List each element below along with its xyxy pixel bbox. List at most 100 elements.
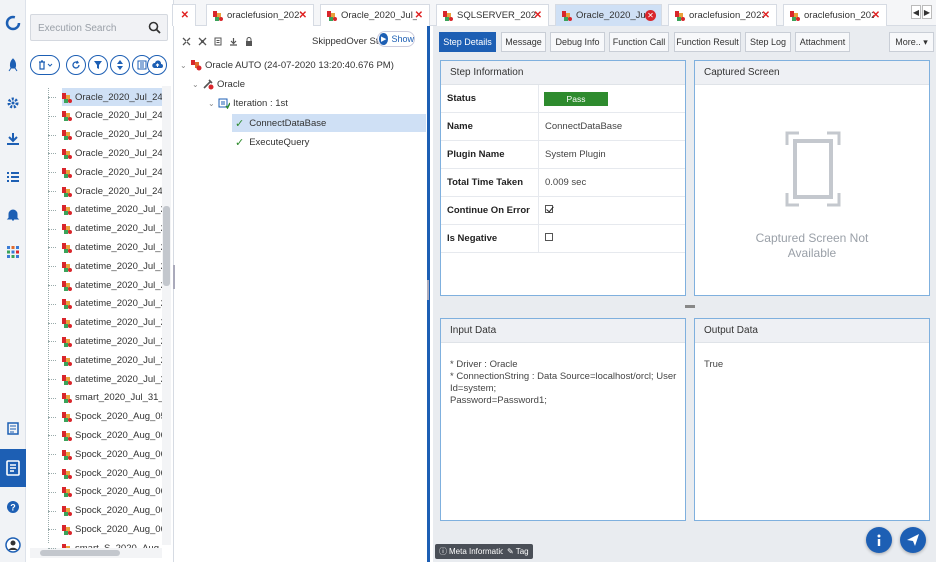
- document-step-icon[interactable]: [214, 37, 222, 46]
- close-icon[interactable]: ✕: [181, 10, 189, 21]
- lock-icon[interactable]: [245, 36, 253, 46]
- tree-horizontal-scrollbar[interactable]: [30, 548, 162, 558]
- chevron-down-icon[interactable]: ⌄: [192, 80, 202, 89]
- continue-checkbox[interactable]: [545, 205, 553, 213]
- tab-execution-report[interactable]: Oracle_2020_Jul_24_1...✕: [320, 4, 430, 26]
- rocket-icon[interactable]: [4, 56, 22, 74]
- list-item[interactable]: smart_2020_Jul_31_05...: [62, 389, 162, 407]
- list-item[interactable]: Oracle_2020_Jul_24_1...: [62, 107, 162, 125]
- status-row: Status Pass: [441, 85, 685, 113]
- list-item[interactable]: datetime_2020_Jul_27...: [62, 201, 162, 219]
- export-icon[interactable]: [229, 37, 238, 46]
- list-item[interactable]: datetime_2020_Jul_27...: [62, 351, 162, 369]
- list-item[interactable]: Spock_2020_Aug_06_...: [62, 520, 162, 538]
- detail-tab[interactable]: Message: [501, 32, 546, 52]
- tree-connector: [48, 172, 56, 174]
- download-icon[interactable]: [4, 130, 22, 148]
- filter-button[interactable]: [88, 55, 108, 75]
- report-file-icon: [62, 374, 72, 385]
- panel-splitter[interactable]: [427, 280, 429, 300]
- tree-connector: [48, 228, 56, 230]
- list-item[interactable]: datetime_2020_Jul_27...: [62, 314, 162, 332]
- help-icon[interactable]: ?: [4, 498, 22, 516]
- tabs-scroll-right-button[interactable]: ▶: [922, 5, 932, 19]
- list-item[interactable]: Spock_2020_Aug_05_...: [62, 408, 162, 426]
- iteration-icon: [218, 97, 230, 109]
- detail-tab[interactable]: Attachment: [795, 32, 850, 52]
- list-item[interactable]: datetime_2020_Jul_27...: [62, 370, 162, 388]
- show-skipped-button[interactable]: ▶ Show: [377, 31, 415, 47]
- report-icon[interactable]: [4, 420, 22, 438]
- info-fab-button[interactable]: [866, 527, 892, 553]
- list-item[interactable]: datetime_2020_Jul_27...: [62, 276, 162, 294]
- close-icon[interactable]: ✕: [762, 10, 770, 21]
- tree-node-root[interactable]: ⌄ Oracle AUTO (24-07-2020 13:20:40.676 P…: [180, 56, 394, 74]
- bell-icon[interactable]: [4, 206, 22, 224]
- negative-row: Is Negative: [441, 225, 685, 253]
- settings-icon[interactable]: [4, 94, 22, 112]
- grid-icon[interactable]: [4, 243, 22, 261]
- list-item[interactable]: datetime_2020_Jul_27...: [62, 220, 162, 238]
- detail-tab[interactable]: Step Log: [745, 32, 791, 52]
- tab-execution-report[interactable]: oraclefusion_2023_Ja...✕: [668, 4, 777, 26]
- close-icon[interactable]: ✕: [299, 10, 307, 21]
- list-item[interactable]: datetime_2020_Jul_27...: [62, 295, 162, 313]
- expand-all-icon[interactable]: [182, 37, 191, 46]
- close-icon[interactable]: ✕: [645, 10, 656, 21]
- tab-execution-report[interactable]: Oracle_2020_Jul_24_0...✕: [555, 4, 662, 26]
- tab-execution-report[interactable]: oraclefusion_2023_Ja...✕: [206, 4, 314, 26]
- list-item[interactable]: Oracle_2020_Jul_24_1...: [62, 182, 162, 200]
- close-icon[interactable]: ✕: [415, 10, 423, 21]
- tree-node-suite[interactable]: ⌄ Oracle: [192, 75, 245, 93]
- list-icon[interactable]: [4, 168, 22, 186]
- refresh-button[interactable]: [66, 55, 86, 75]
- list-item[interactable]: Spock_2020_Aug_06_...: [62, 426, 162, 444]
- tree-node-step-connect[interactable]: ✓ ConnectDataBase: [232, 114, 426, 132]
- upload-button[interactable]: [147, 55, 167, 75]
- detail-tab[interactable]: Function Result: [674, 32, 741, 52]
- tab-execution-report[interactable]: oraclefusion_2023_Ja...✕: [783, 4, 887, 26]
- panel-splitter[interactable]: [173, 265, 175, 289]
- report-file-icon: [62, 336, 72, 347]
- sort-button[interactable]: [110, 55, 130, 75]
- tree-vertical-scrollbar[interactable]: [162, 86, 171, 545]
- tab-execution-report[interactable]: SQLSERVER_2020_Jul_2...✕: [436, 4, 549, 26]
- search-input[interactable]: Execution Search: [30, 14, 168, 41]
- list-item[interactable]: Spock_2020_Aug_06_...: [62, 445, 162, 463]
- active-rail-item[interactable]: [0, 449, 32, 487]
- chevron-down-icon[interactable]: ⌄: [208, 99, 218, 108]
- horizontal-splitter[interactable]: [685, 305, 695, 308]
- list-item[interactable]: Oracle_2020_Jul_24_1...: [62, 144, 162, 162]
- chevron-down-icon[interactable]: ⌄: [180, 61, 190, 70]
- list-item[interactable]: datetime_2020_Jul_27...: [62, 332, 162, 350]
- tab-execution-report[interactable]: ✕: [172, 4, 196, 26]
- close-icon[interactable]: ✕: [534, 10, 542, 21]
- detail-tab[interactable]: Function Call: [609, 32, 669, 52]
- tag-button[interactable]: ✎ Tag: [503, 544, 533, 559]
- file-name: Spock_2020_Aug_05_...: [75, 411, 162, 423]
- list-item[interactable]: Oracle_2020_Jul_24_1...: [62, 126, 162, 144]
- list-item[interactable]: Oracle_2020_Jul_24_0...: [62, 88, 162, 106]
- list-item[interactable]: Spock_2020_Aug_06_...: [62, 483, 162, 501]
- list-item[interactable]: datetime_2020_Jul_27...: [62, 238, 162, 256]
- delete-button[interactable]: [30, 55, 60, 75]
- detail-tab[interactable]: Step Details: [439, 32, 496, 52]
- close-icon[interactable]: ✕: [872, 10, 880, 21]
- tree-node-step-execute[interactable]: ✓ ExecuteQuery: [232, 133, 309, 151]
- tree-node-iteration[interactable]: ⌄ Iteration : 1st: [208, 94, 288, 112]
- detail-tab[interactable]: Debug Info: [550, 32, 605, 52]
- report-file-icon: [62, 430, 72, 441]
- list-item[interactable]: Spock_2020_Aug_06_...: [62, 464, 162, 482]
- collapse-all-icon[interactable]: [198, 37, 207, 46]
- more-tab-button[interactable]: More.. ▾: [889, 32, 934, 52]
- user-icon[interactable]: [4, 536, 22, 554]
- negative-checkbox[interactable]: [545, 233, 553, 241]
- logo-icon[interactable]: [4, 14, 22, 32]
- launch-fab-button[interactable]: [900, 527, 926, 553]
- list-item[interactable]: datetime_2020_Jul_27...: [62, 257, 162, 275]
- meta-information-button[interactable]: ⓘ Meta Information: [435, 544, 514, 559]
- list-item[interactable]: Spock_2020_Aug_06_...: [62, 502, 162, 520]
- list-item[interactable]: Oracle_2020_Jul_24_1...: [62, 163, 162, 181]
- search-icon[interactable]: [148, 21, 161, 34]
- tabs-scroll-left-button[interactable]: ◀: [911, 5, 921, 19]
